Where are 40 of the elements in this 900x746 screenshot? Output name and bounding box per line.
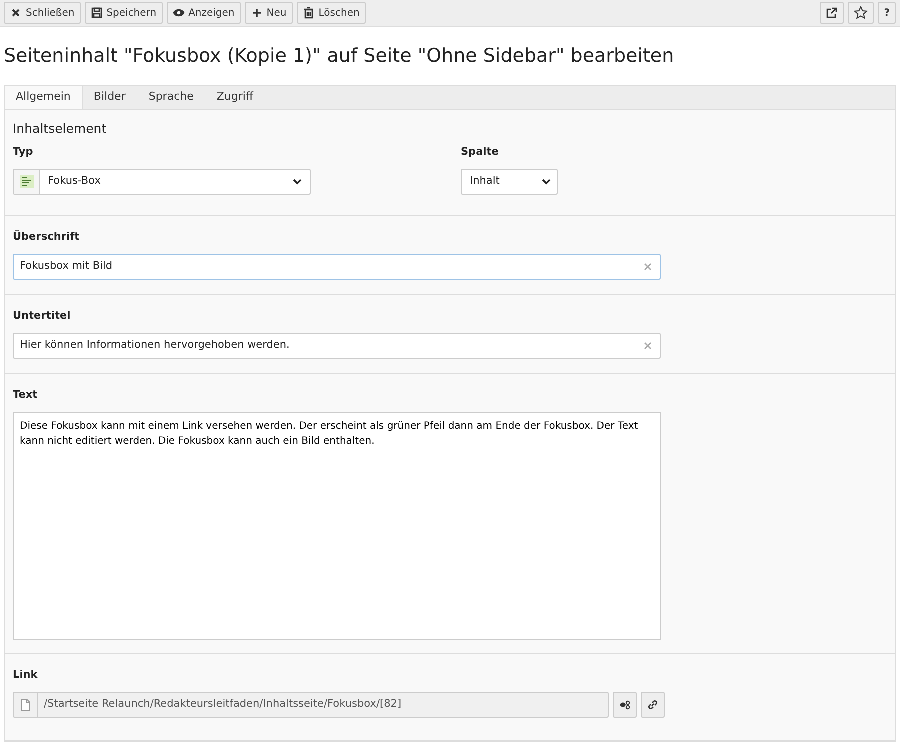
caret-icon bbox=[542, 178, 551, 184]
toolbar-button[interactable]: Löschen bbox=[296, 2, 366, 24]
page-title: Seiteninhalt "Fokusbox (Kopie 1)" auf Seite "Ohne Sidebar" bearbeiten bbox=[4, 45, 676, 69]
trash-icon bbox=[302, 7, 315, 19]
page-browser-button[interactable] bbox=[613, 692, 637, 718]
text-field[interactable]: Hier können Informationen hervorgehoben werden. bbox=[13, 332, 661, 359]
field-label: Typ bbox=[13, 144, 34, 160]
document-icon bbox=[20, 698, 30, 711]
eye-icon bbox=[172, 7, 185, 19]
toolbar-button[interactable]: Speichern bbox=[84, 2, 163, 24]
plus-icon bbox=[250, 7, 263, 19]
star-icon bbox=[854, 6, 868, 20]
link-button[interactable] bbox=[641, 692, 665, 718]
field-label: Untertitel bbox=[13, 309, 72, 324]
content-type-icon bbox=[20, 175, 34, 188]
section-heading: Inhaltselement bbox=[13, 120, 108, 138]
toolbar-button[interactable] bbox=[848, 2, 874, 24]
toolbar-button[interactable]: Neu bbox=[244, 2, 293, 24]
link-field[interactable]: /Startseite Relaunch/Redakteursleitfaden/Inhaltsseite/Fokusbox/[82] bbox=[13, 692, 609, 718]
toolbar-button[interactable]: ? bbox=[878, 2, 896, 24]
caret-icon bbox=[293, 178, 302, 184]
text-field[interactable]: Fokusbox mit Bild bbox=[13, 254, 661, 280]
field-label: Überschrift bbox=[13, 230, 81, 245]
text-area[interactable]: Diese Fokusbox kann mit einem Link versehen werden. Der erscheint als grüner Pfeil dann am Ende der Fokusbox. Der Text kann nicht editiert werden. Die Fokusbox kann auch ein Bild enthalten. bbox=[13, 412, 661, 640]
field-label: Link bbox=[13, 668, 39, 683]
tab[interactable]: Zugriff bbox=[206, 86, 266, 109]
tab[interactable]: Sprache bbox=[138, 86, 206, 109]
tab[interactable]: Bilder bbox=[82, 86, 138, 109]
field-label: Spalte bbox=[461, 144, 500, 160]
toolbar-button[interactable] bbox=[820, 2, 844, 24]
toolbar-button[interactable]: Schließen bbox=[4, 2, 81, 24]
chain-link-icon bbox=[647, 698, 659, 711]
eye-link-icon bbox=[619, 698, 631, 711]
close-icon bbox=[10, 7, 22, 19]
type-select[interactable]: Fokus-Box bbox=[13, 168, 311, 194]
external-link-icon bbox=[826, 7, 838, 19]
toolbar-button[interactable]: Anzeigen bbox=[166, 2, 241, 24]
tab[interactable]: Allgemein bbox=[5, 86, 83, 109]
field-label: Text bbox=[13, 388, 39, 403]
column-select[interactable]: Inhalt bbox=[461, 168, 558, 194]
